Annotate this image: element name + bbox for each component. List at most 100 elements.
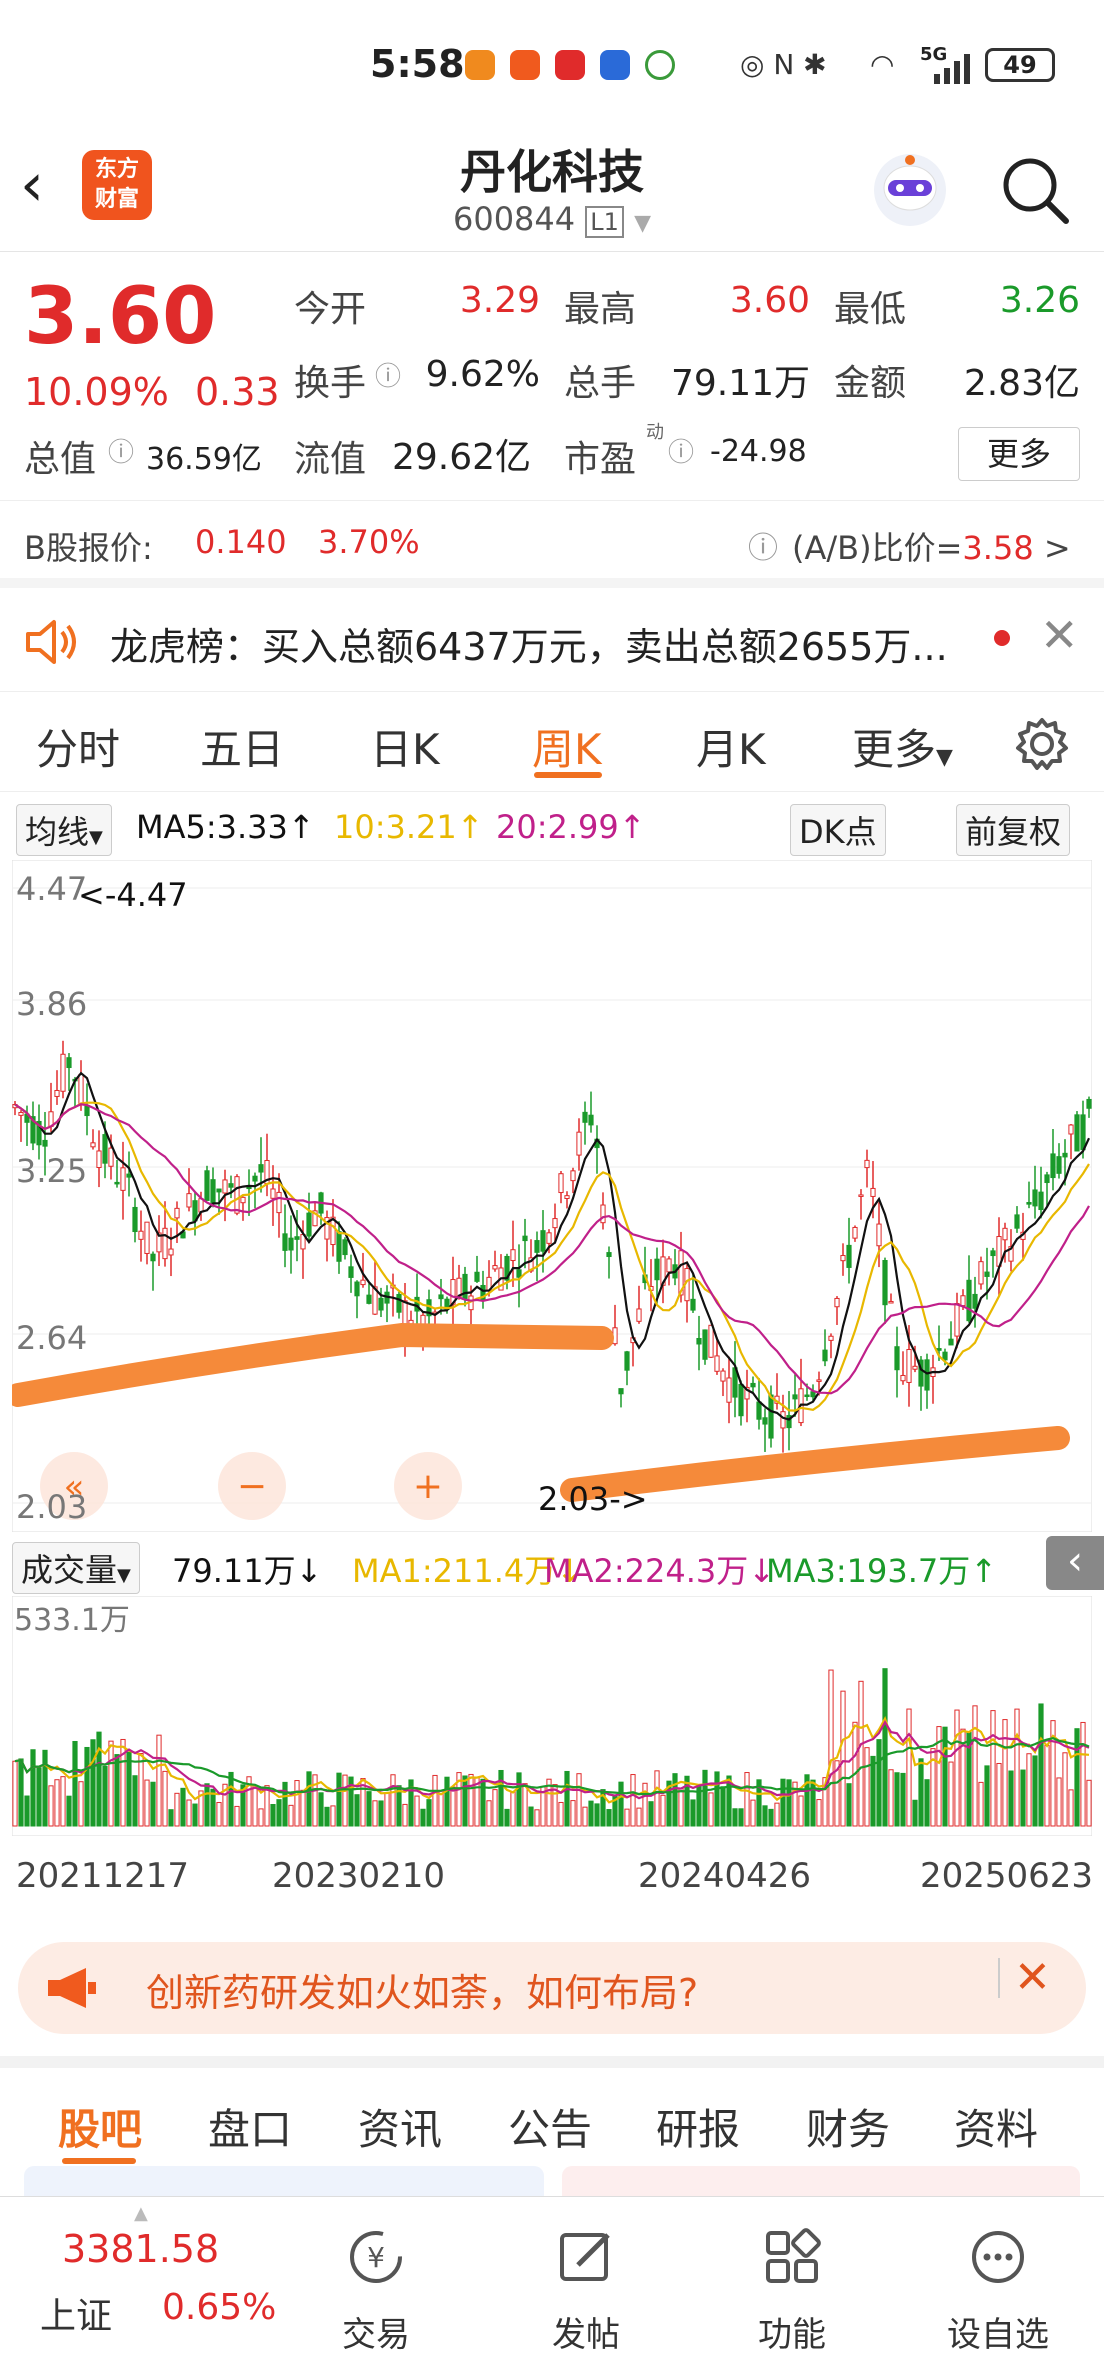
volume-bar: [72, 1740, 78, 1827]
tab-monthly-k[interactable]: 月K: [696, 716, 766, 777]
volume-bar: [1020, 1769, 1026, 1827]
current-price: 3.60: [24, 272, 217, 362]
ma-selector[interactable]: 均线▼: [16, 804, 112, 856]
x-tick-label: 20211217: [16, 1856, 190, 1896]
help-icon[interactable]: ⓘ: [748, 523, 778, 567]
info-icon[interactable]: ⓘ: [375, 356, 401, 393]
search-icon[interactable]: [1000, 155, 1070, 225]
nav-functions[interactable]: 功能: [722, 2197, 862, 2376]
tab-more[interactable]: 更多▼: [852, 716, 953, 777]
volume-bar: [846, 1783, 852, 1827]
volume-selector[interactable]: 成交量▼: [12, 1542, 140, 1594]
tab-daily-k[interactable]: 日K: [370, 716, 440, 777]
volume-bar: [900, 1772, 906, 1827]
volume-bar: [828, 1669, 834, 1827]
app-notification-icon: [600, 50, 630, 80]
candle-body: [762, 1417, 768, 1425]
index-ticker[interactable]: ▲ 3381.58 上证 0.65%: [0, 2197, 300, 2376]
tab-profile[interactable]: 资料: [954, 2096, 1038, 2157]
nav-trade[interactable]: ¥ 交易: [306, 2197, 446, 2376]
tab-news[interactable]: 资讯: [358, 2096, 442, 2157]
volume-indicator-bar: 成交量▼ 79.11万↓ MA1:211.4万↓ MA2:224.3万↓ MA3…: [0, 1536, 1104, 1594]
candle-body: [780, 1411, 786, 1429]
candle-body: [96, 1150, 102, 1169]
volume-bar: [84, 1746, 90, 1827]
tab-intraday[interactable]: 分时: [36, 716, 120, 777]
collapse-panel-button[interactable]: ‹: [1046, 1536, 1104, 1590]
volume-bar: [258, 1808, 264, 1827]
more-button[interactable]: 更多: [958, 427, 1080, 481]
nav-add-watchlist[interactable]: 设自选: [928, 2197, 1068, 2376]
volume-bar: [504, 1808, 510, 1827]
ma10-value: 10:3.21↑: [334, 808, 484, 846]
change-abs: 0.33: [195, 370, 280, 414]
volume-bar: [300, 1789, 306, 1827]
volume-bar: [330, 1805, 336, 1827]
volume-bar: [876, 1739, 882, 1827]
volume-bar: [324, 1806, 330, 1827]
volume-bar: [162, 1770, 168, 1827]
volume-bar: [1026, 1753, 1032, 1827]
dk-point-button[interactable]: DK点: [790, 804, 886, 856]
volume-chart[interactable]: 533.1万: [12, 1596, 1092, 1836]
b-share-row[interactable]: B股报价: 0.140 3.70% ⓘ (A/B)比价=3.58 >: [0, 500, 1104, 588]
tab-weekly-k[interactable]: 周K: [532, 716, 602, 777]
volume-bar: [468, 1773, 474, 1827]
candle-body: [534, 1240, 540, 1253]
tab-finance[interactable]: 财务: [806, 2096, 890, 2157]
app-notification-icon: [555, 50, 585, 80]
candle-body: [342, 1239, 348, 1256]
candlestick-chart[interactable]: « − + 4.47 3.86 3.25 2.64 2.03 <-4.47 2.…: [12, 860, 1092, 1532]
info-icon[interactable]: ⓘ: [668, 432, 694, 469]
robot-assistant-icon[interactable]: [870, 150, 950, 230]
volume-max-label: 533.1万: [14, 1603, 130, 1638]
bottom-navigation: ▲ 3381.58 上证 0.65% ¥ 交易 发帖 功能 设自选: [0, 2196, 1104, 2376]
candle-body: [936, 1348, 942, 1351]
candle-body: [168, 1248, 174, 1256]
news-ticker[interactable]: 龙虎榜：买入总额6437万元，卖出总额2655万... ✕: [0, 592, 1104, 692]
candle-body: [354, 1281, 360, 1297]
candle-body: [558, 1173, 564, 1194]
chevron-down-icon: ▼: [117, 1565, 131, 1586]
pe-superscript: 动: [646, 422, 664, 443]
ma-selector-label: 均线: [25, 813, 90, 851]
candle-body: [42, 1139, 48, 1147]
active-tab-indicator: [534, 772, 602, 778]
nav-trade-label: 交易: [342, 2315, 410, 2355]
candle-body: [66, 1057, 72, 1069]
volume-bar: [366, 1791, 372, 1827]
candle-body: [1074, 1114, 1080, 1152]
tab-announcements[interactable]: 公告: [508, 2096, 592, 2157]
volume-bar: [420, 1808, 426, 1827]
candle-body: [522, 1235, 528, 1242]
gear-icon[interactable]: [1014, 716, 1070, 772]
turnover-label: 换手: [294, 363, 367, 404]
adjust-button[interactable]: 前复权: [956, 804, 1071, 856]
nav-post[interactable]: 发帖: [516, 2197, 656, 2376]
volume-bar: [606, 1809, 612, 1827]
candle-body: [714, 1355, 720, 1372]
candle-body: [282, 1233, 288, 1251]
candle-body: [984, 1271, 990, 1277]
volume-bar: [1080, 1721, 1086, 1827]
close-icon[interactable]: ✕: [1040, 608, 1079, 662]
info-icon[interactable]: ⓘ: [108, 432, 134, 469]
volume-bar: [948, 1761, 954, 1827]
volume-bar: [30, 1749, 36, 1827]
divider: [998, 1958, 1000, 1998]
candle-body: [846, 1244, 852, 1268]
float-value: 29.62亿: [392, 437, 532, 478]
promo-banner[interactable]: 创新药研发如火如荼，如何布局? ✕: [18, 1942, 1086, 2034]
speaker-icon: [26, 620, 76, 664]
volume-bar: [570, 1800, 576, 1827]
candle-body: [888, 1300, 894, 1304]
tab-guba[interactable]: 股吧: [58, 2096, 142, 2157]
close-icon[interactable]: ✕: [1014, 1952, 1051, 2003]
candle-body: [768, 1394, 774, 1439]
volume-bar: [66, 1795, 72, 1827]
tab-five-day[interactable]: 五日: [200, 716, 284, 777]
candle-body: [804, 1394, 810, 1398]
tab-research[interactable]: 研报: [656, 2096, 740, 2157]
tab-order-book[interactable]: 盘口: [208, 2096, 292, 2157]
volume-bar: [510, 1791, 516, 1827]
